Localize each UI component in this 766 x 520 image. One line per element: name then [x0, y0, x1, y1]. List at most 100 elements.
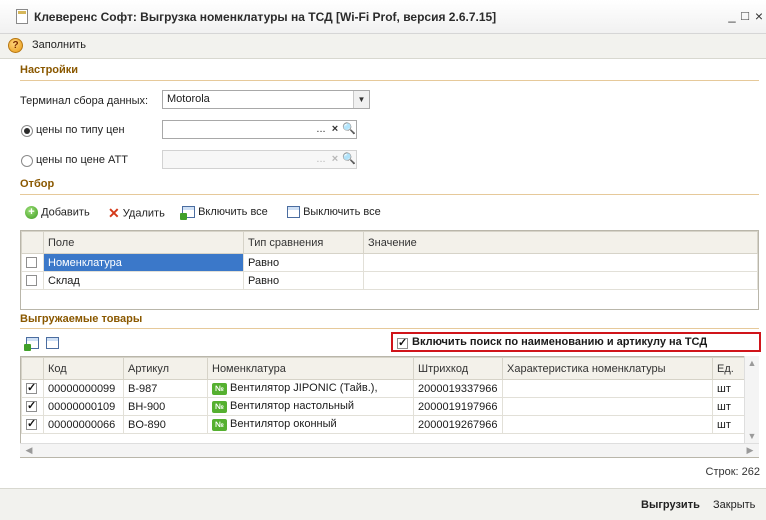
search-checkbox-label: Включить поиск по наименованию и артикул… — [412, 336, 708, 348]
filter-comparison-cell[interactable]: Равно — [243, 271, 364, 290]
goods-enable-all-button[interactable] — [24, 337, 39, 352]
row-checkbox[interactable] — [26, 257, 37, 269]
goods-col-check — [21, 357, 44, 380]
unit-cell[interactable]: шт — [712, 397, 746, 416]
price-att-field: ... × 🔍 — [162, 150, 357, 169]
row-checkbox[interactable] — [26, 381, 37, 395]
minimize-button[interactable]: _ — [725, 8, 739, 24]
footer-bar: Выгрузить Закрыть — [0, 488, 766, 520]
code-cell[interactable]: 00000000066 — [43, 415, 124, 434]
disable-all-button[interactable]: Выключить все — [287, 206, 381, 219]
article-cell[interactable]: BO-890 — [123, 415, 208, 434]
scroll-right-icon[interactable]: ▶ — [743, 445, 757, 456]
select-dots-button[interactable]: ... — [314, 121, 328, 138]
filter-col-comparison[interactable]: Тип сравнения — [243, 231, 364, 254]
search-icon[interactable]: 🔍 — [342, 121, 356, 138]
delete-label: Удалить — [122, 207, 165, 220]
price-by-att-radio[interactable] — [21, 155, 33, 167]
row-checkbox[interactable] — [26, 275, 37, 287]
characteristic-cell[interactable] — [502, 379, 713, 398]
window-icon — [16, 9, 28, 24]
item-icon: № — [212, 400, 227, 413]
filter-value-cell[interactable] — [363, 271, 758, 290]
terminal-label: Терминал сбора данных: — [20, 95, 149, 107]
name-text: Вентилятор JIPONIC (Тайв.), — [230, 382, 378, 395]
title-bar[interactable]: Клеверенс Софт: Выгрузка номенклатуры на… — [0, 0, 766, 34]
name-cell[interactable]: № Вентилятор оконный — [207, 415, 414, 434]
row-checkbox[interactable] — [26, 417, 37, 431]
price-type-field[interactable]: ... × 🔍 — [162, 120, 357, 139]
close-window-button[interactable]: × — [752, 8, 766, 24]
enable-all-label: Включить все — [198, 206, 268, 218]
window-title: Клеверенс Софт: Выгрузка номенклатуры на… — [34, 10, 497, 24]
name-text: Вентилятор оконный — [230, 418, 337, 431]
close-button[interactable]: Закрыть — [713, 499, 755, 511]
fill-button[interactable]: Заполнить — [32, 39, 86, 51]
table-row[interactable]: Склад Равно — [21, 271, 758, 290]
chevron-down-icon[interactable]: ▼ — [353, 91, 369, 108]
row-count: Строк: 262 — [705, 466, 761, 478]
clear-icon[interactable]: × — [328, 121, 342, 138]
add-button[interactable]: + Добавить — [25, 206, 90, 219]
filter-field-cell[interactable]: Номенклатура — [43, 253, 244, 272]
terminal-select[interactable]: Motorola ▼ — [162, 90, 370, 109]
goods-disable-all-button[interactable] — [46, 337, 59, 350]
scroll-left-icon[interactable]: ◀ — [22, 445, 36, 456]
maximize-button[interactable]: □ — [738, 8, 752, 24]
code-cell[interactable]: 00000000109 — [43, 397, 124, 416]
scroll-down-icon[interactable]: ▼ — [745, 431, 759, 441]
filter-col-field[interactable]: Поле — [43, 231, 244, 254]
goods-col-characteristic[interactable]: Характеристика номенклатуры — [502, 357, 713, 380]
horizontal-scrollbar[interactable]: ◀ ▶ — [20, 443, 759, 457]
search-checkbox[interactable] — [397, 336, 408, 349]
terminal-select-value: Motorola — [167, 93, 210, 105]
help-icon[interactable]: ? — [8, 38, 23, 53]
table-row[interactable]: Номенклатура Равно — [21, 253, 758, 272]
goods-col-barcode[interactable]: Штрихкод — [413, 357, 503, 380]
unit-cell[interactable]: шт — [712, 415, 746, 434]
price-by-att-label: цены по цене АТТ — [36, 154, 128, 166]
filter-value-cell[interactable] — [363, 253, 758, 272]
name-cell[interactable]: № Вентилятор настольный — [207, 397, 414, 416]
settings-section-title: Настройки — [20, 64, 79, 76]
table-row[interactable]: 00000000109 BH-900 №Вентилятор настольны… — [21, 397, 746, 416]
disable-all-icon — [287, 206, 300, 219]
barcode-cell[interactable]: 2000019337966 — [413, 379, 503, 398]
scroll-up-icon[interactable]: ▲ — [745, 358, 759, 368]
price-by-type-radio[interactable] — [21, 125, 33, 137]
characteristic-cell[interactable] — [502, 397, 713, 416]
price-by-type-label: цены по типу цен — [36, 124, 125, 136]
article-cell[interactable]: BH-900 — [123, 397, 208, 416]
name-cell[interactable]: № Вентилятор JIPONIC (Тайв.), — [207, 379, 414, 398]
filter-comparison-cell[interactable]: Равно — [243, 253, 364, 272]
filter-col-value[interactable]: Значение — [363, 231, 758, 254]
delete-button[interactable]: ✕ Удалить — [108, 205, 165, 222]
enable-all-icon — [180, 206, 195, 221]
unit-cell[interactable]: шт — [712, 379, 746, 398]
vertical-scrollbar[interactable]: ▲ ▼ — [744, 356, 759, 443]
goods-col-article[interactable]: Артикул — [123, 357, 208, 380]
goods-col-code[interactable]: Код — [43, 357, 124, 380]
goods-col-unit[interactable]: Ед. — [712, 357, 746, 380]
goods-section-title: Выгружаемые товары — [20, 313, 143, 325]
add-label: Добавить — [41, 206, 90, 219]
item-icon: № — [212, 418, 227, 431]
barcode-cell[interactable]: 2000019267966 — [413, 415, 503, 434]
table-row[interactable]: 00000000066 BO-890 №Вентилятор оконный 2… — [21, 415, 746, 434]
goods-divider — [20, 328, 759, 329]
select-dots-button: ... — [316, 153, 326, 165]
command-bar: ? Заполнить — [0, 34, 766, 59]
table-row[interactable]: 00000000099 B-987 №Вентилятор JIPONIC (Т… — [21, 379, 746, 398]
code-cell[interactable]: 00000000099 — [43, 379, 124, 398]
filter-table[interactable]: Поле Тип сравнения Значение Номенклатура… — [20, 230, 759, 310]
enable-all-button[interactable]: Включить все — [180, 206, 268, 221]
goods-col-name[interactable]: Номенклатура — [207, 357, 414, 380]
upload-button[interactable]: Выгрузить — [641, 499, 700, 511]
article-cell[interactable]: B-987 — [123, 379, 208, 398]
row-checkbox[interactable] — [26, 399, 37, 413]
clear-icon: × — [331, 153, 339, 165]
search-checkbox-highlight[interactable]: Включить поиск по наименованию и артикул… — [391, 332, 761, 352]
characteristic-cell[interactable] — [502, 415, 713, 434]
barcode-cell[interactable]: 2000019197966 — [413, 397, 503, 416]
filter-field-cell[interactable]: Склад — [43, 271, 244, 290]
